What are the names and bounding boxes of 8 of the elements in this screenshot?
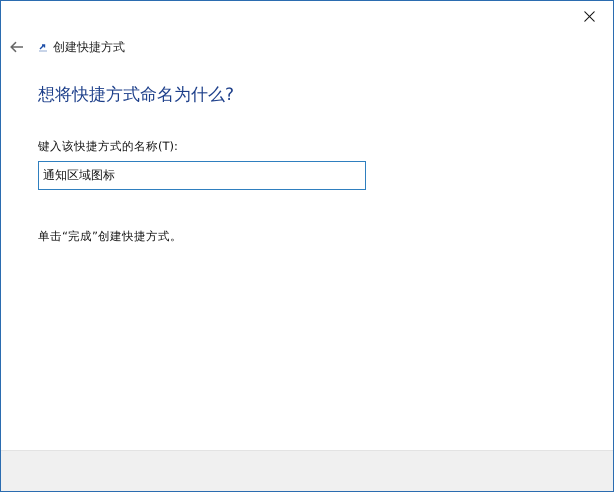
window-title: 创建快捷方式 [53,38,125,56]
instruction-text: 单击“完成”创建快捷方式。 [38,229,183,244]
back-arrow-icon [10,41,24,53]
close-icon [584,10,594,22]
field-label: 键入该快捷方式的名称(T): [38,139,179,154]
shortcut-icon [39,42,47,52]
name-input-field[interactable]: 通知区域图标 [38,161,366,190]
page-heading: 想将快捷方式命名为什么? [38,84,236,106]
